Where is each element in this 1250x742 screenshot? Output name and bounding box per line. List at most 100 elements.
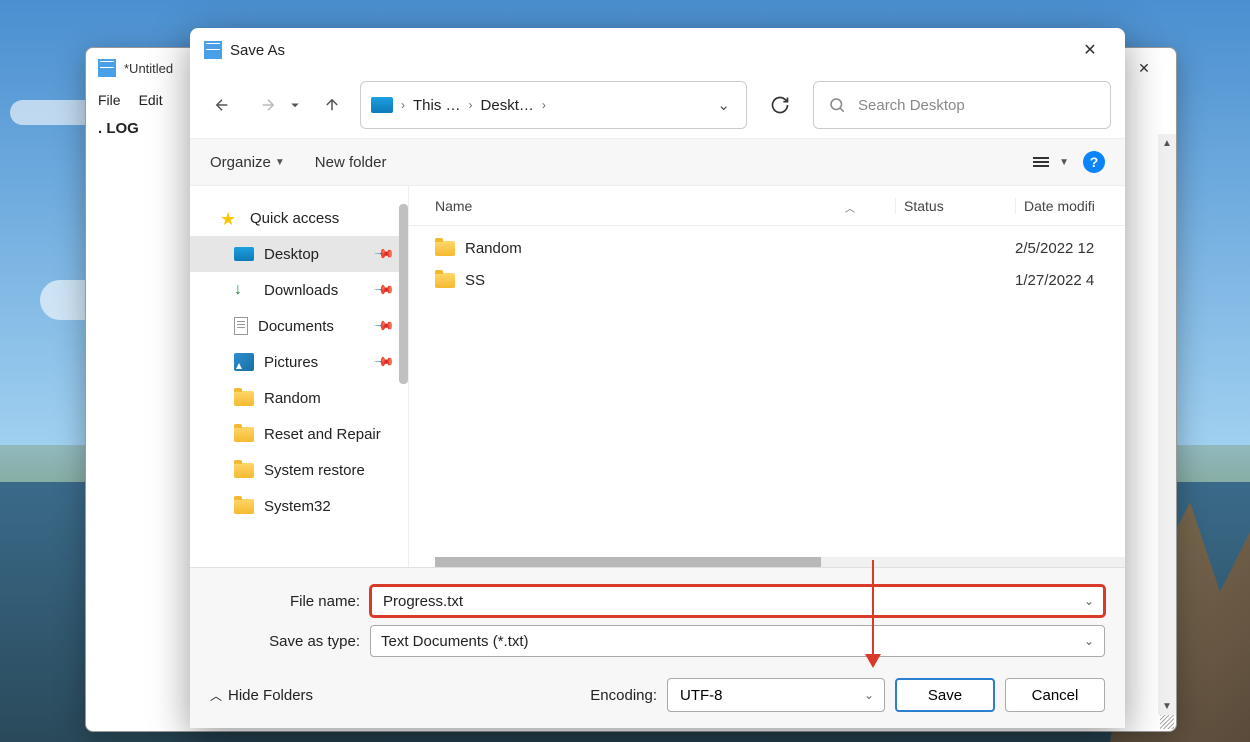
- file-date: 1/27/2022 4: [1015, 272, 1125, 289]
- annotation-arrow: [870, 560, 876, 668]
- refresh-button[interactable]: [757, 81, 803, 129]
- filename-input[interactable]: Progress.txt ⌄: [370, 585, 1105, 617]
- tree-downloads[interactable]: ↓ Downloads 📌: [190, 272, 408, 308]
- folder-icon: [234, 463, 254, 478]
- chevron-down-icon[interactable]: ⌄: [711, 96, 736, 114]
- chevron-up-icon: ︿: [210, 687, 222, 704]
- list-view-icon: [1033, 157, 1049, 167]
- breadcrumb-desktop[interactable]: Deskt…: [481, 97, 534, 114]
- back-button[interactable]: [204, 87, 240, 123]
- pin-icon: 📌: [373, 243, 396, 266]
- scroll-up-icon[interactable]: ▲: [1158, 134, 1176, 152]
- star-icon: ★: [220, 209, 240, 227]
- up-button[interactable]: [314, 87, 350, 123]
- encoding-value: UTF-8: [680, 687, 723, 704]
- file-row[interactable]: Random 2/5/2022 12: [409, 232, 1125, 264]
- breadcrumb[interactable]: › This … › Deskt… › ⌄: [360, 81, 747, 129]
- pin-icon: 📌: [373, 315, 396, 338]
- saveas-dialog: Save As ✕ › This … › Deskt… › ⌄ Search D…: [190, 28, 1125, 728]
- cancel-button[interactable]: Cancel: [1005, 678, 1105, 712]
- tree-label: System restore: [264, 462, 365, 479]
- chevron-right-icon[interactable]: ›: [538, 98, 550, 112]
- close-button[interactable]: ✕: [1069, 34, 1111, 66]
- hide-folders-label: Hide Folders: [228, 687, 313, 704]
- caret-down-icon: ▼: [275, 157, 285, 168]
- tree-label: Reset and Repair: [264, 426, 381, 443]
- tree-label: Random: [264, 390, 321, 407]
- tree-scrollbar[interactable]: [399, 204, 408, 384]
- hide-folders-button[interactable]: ︿ Hide Folders: [210, 687, 313, 704]
- file-name: SS: [465, 272, 485, 289]
- search-input[interactable]: Search Desktop: [813, 81, 1111, 129]
- save-button[interactable]: Save: [895, 678, 995, 712]
- tree-label: Downloads: [264, 282, 338, 299]
- pc-icon: [371, 97, 393, 113]
- new-folder-label: New folder: [315, 154, 387, 171]
- desktop-icon: [234, 247, 254, 261]
- download-icon: ↓: [234, 281, 254, 299]
- folder-icon: [234, 499, 254, 514]
- caret-down-icon: ▼: [1059, 157, 1069, 168]
- tree-restore[interactable]: System restore: [190, 452, 408, 488]
- organize-label: Organize: [210, 154, 271, 171]
- notepad-menu-file[interactable]: File: [98, 92, 121, 108]
- file-row[interactable]: SS 1/27/2022 4: [409, 264, 1125, 296]
- folder-icon: [234, 427, 254, 442]
- savetype-select[interactable]: Text Documents (*.txt) ⌄: [370, 625, 1105, 657]
- organize-menu[interactable]: Organize ▼: [210, 154, 285, 171]
- chevron-right-icon[interactable]: ›: [465, 98, 477, 112]
- resize-grip-icon[interactable]: [1160, 715, 1174, 729]
- folder-icon: [435, 273, 455, 288]
- chevron-down-icon[interactable]: ⌄: [864, 688, 874, 702]
- notepad-scrollbar[interactable]: ▲ ▼: [1158, 134, 1176, 715]
- document-icon: [234, 317, 248, 335]
- savetype-label: Save as type:: [210, 633, 370, 650]
- column-name[interactable]: Name ︿: [409, 198, 895, 214]
- forward-button[interactable]: [250, 87, 286, 123]
- saveas-app-icon: [204, 41, 222, 59]
- horizontal-scrollbar[interactable]: [435, 557, 1125, 567]
- pictures-icon: [234, 353, 254, 371]
- new-folder-button[interactable]: New folder: [315, 154, 387, 171]
- tree-quick-access[interactable]: ★ Quick access: [190, 200, 408, 236]
- search-placeholder: Search Desktop: [858, 97, 965, 114]
- tree-label: Documents: [258, 318, 334, 335]
- chevron-right-icon[interactable]: ›: [397, 98, 409, 112]
- column-status[interactable]: Status: [895, 198, 1015, 214]
- folder-icon: [435, 241, 455, 256]
- pin-icon: 📌: [373, 351, 396, 374]
- folder-icon: [234, 391, 254, 406]
- help-button[interactable]: ?: [1083, 151, 1105, 173]
- view-menu[interactable]: ▼: [1033, 157, 1069, 168]
- history-dropdown[interactable]: [286, 87, 304, 123]
- encoding-label: Encoding:: [590, 687, 657, 704]
- chevron-down-icon[interactable]: ⌄: [1084, 594, 1094, 608]
- tree-label: System32: [264, 498, 331, 515]
- search-icon: [828, 96, 846, 114]
- column-date[interactable]: Date modifi: [1015, 198, 1125, 214]
- tree-panel: ★ Quick access Desktop 📌 ↓ Downloads 📌 D…: [190, 186, 408, 567]
- tree-documents[interactable]: Documents 📌: [190, 308, 408, 344]
- filename-value: Progress.txt: [381, 593, 465, 610]
- saveas-title: Save As: [230, 42, 1069, 59]
- savetype-value: Text Documents (*.txt): [381, 633, 529, 650]
- notepad-menu-edit[interactable]: Edit: [139, 92, 163, 108]
- file-columns-header: Name ︿ Status Date modifi: [409, 186, 1125, 226]
- tree-random[interactable]: Random: [190, 380, 408, 416]
- tree-label: Desktop: [264, 246, 319, 263]
- tree-desktop[interactable]: Desktop 📌: [190, 236, 408, 272]
- breadcrumb-thispc[interactable]: This …: [413, 97, 461, 114]
- filename-label: File name:: [210, 593, 370, 610]
- scroll-down-icon[interactable]: ▼: [1158, 697, 1176, 715]
- file-name: Random: [465, 240, 522, 257]
- tree-reset[interactable]: Reset and Repair: [190, 416, 408, 452]
- notepad-icon: [98, 59, 116, 77]
- notepad-close-button[interactable]: ✕: [1124, 52, 1164, 84]
- tree-label: Quick access: [250, 210, 339, 227]
- encoding-select[interactable]: UTF-8 ⌄: [667, 678, 885, 712]
- chevron-down-icon[interactable]: ⌄: [1084, 634, 1094, 648]
- tree-system32[interactable]: System32: [190, 488, 408, 524]
- tree-pictures[interactable]: Pictures 📌: [190, 344, 408, 380]
- file-date: 2/5/2022 12: [1015, 240, 1125, 257]
- pin-icon: 📌: [373, 279, 396, 302]
